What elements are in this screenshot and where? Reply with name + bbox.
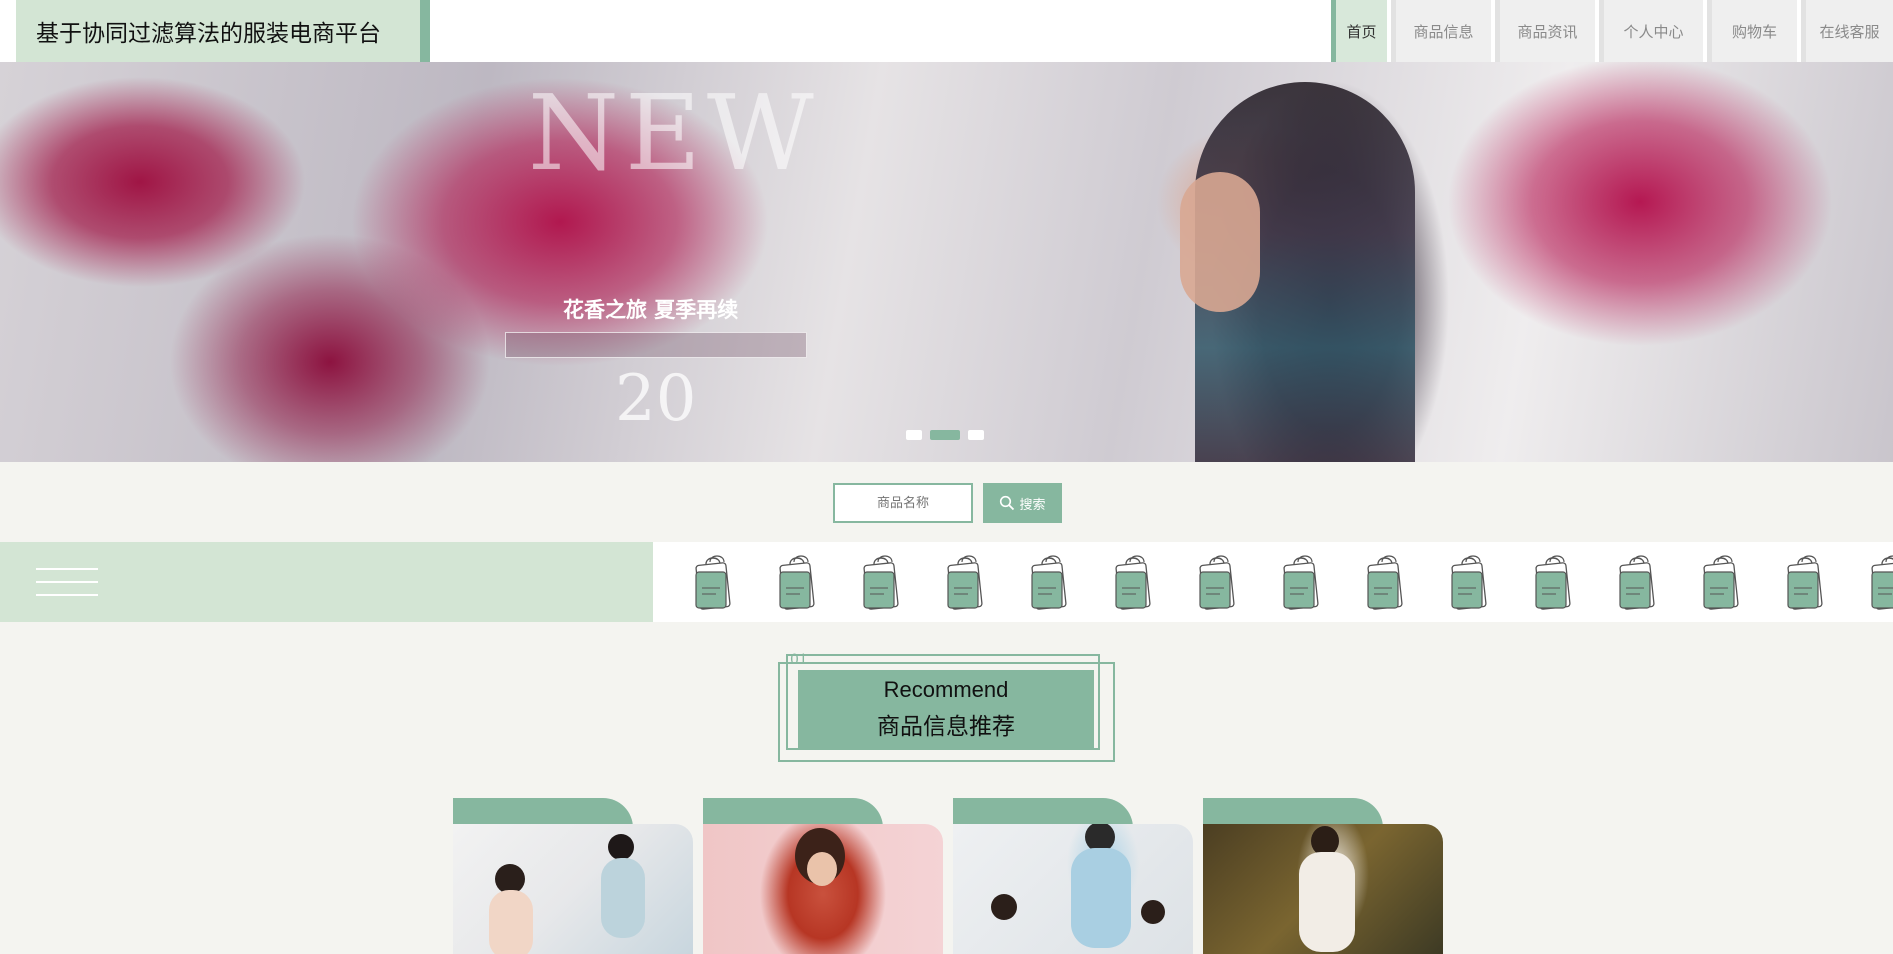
search-input[interactable] bbox=[833, 483, 973, 523]
shopping-bag-icon bbox=[1446, 550, 1492, 614]
main-nav: 首页 商品信息 商品资讯 个人中心 购物车 在线客服 bbox=[1327, 0, 1893, 62]
nav-item-cart[interactable]: 购物车 bbox=[1707, 0, 1797, 62]
nav-item-customer-service[interactable]: 在线客服 bbox=[1801, 0, 1893, 62]
shopping-bag-icon bbox=[1866, 550, 1893, 614]
carousel-dot-3[interactable] bbox=[968, 430, 984, 440]
shopping-bag-icon bbox=[1194, 550, 1240, 614]
shopping-bag-icon bbox=[1278, 550, 1324, 614]
shopping-bag-icon bbox=[1026, 550, 1072, 614]
banner-headline: NEW bbox=[528, 72, 820, 194]
shopping-bag-icon bbox=[1782, 550, 1828, 614]
product-card[interactable] bbox=[703, 798, 943, 954]
nav-item-news[interactable]: 商品资讯 bbox=[1495, 0, 1595, 62]
carousel-dot-2[interactable] bbox=[930, 430, 960, 440]
menu-icon[interactable] bbox=[36, 568, 98, 596]
product-card[interactable] bbox=[1203, 798, 1443, 954]
section-title-cn: 商品信息推荐 bbox=[877, 714, 1015, 740]
product-image[interactable] bbox=[953, 824, 1193, 954]
shopping-bag-icon bbox=[1698, 550, 1744, 614]
shopping-bag-icon bbox=[774, 550, 820, 614]
product-card[interactable] bbox=[953, 798, 1193, 954]
banner-carousel[interactable]: NEW 花香之旅 夏季再续 20 bbox=[0, 62, 1893, 462]
header: 基于协同过滤算法的服装电商平台 首页 商品信息 商品资讯 个人中心 购物车 在线… bbox=[0, 0, 1893, 62]
nav-item-profile[interactable]: 个人中心 bbox=[1599, 0, 1703, 62]
section-title-box: Recommend 商品信息推荐 bbox=[798, 670, 1094, 748]
section-title-en: Recommend bbox=[883, 677, 1009, 702]
banner-subcaption-box bbox=[505, 332, 807, 358]
product-card[interactable] bbox=[453, 798, 693, 954]
search-button[interactable]: 搜索 bbox=[983, 483, 1062, 523]
shopping-bag-icon bbox=[1362, 550, 1408, 614]
shopping-bag-icon bbox=[1614, 550, 1660, 614]
nav-item-home[interactable]: 首页 bbox=[1331, 0, 1387, 62]
shopping-bag-icon bbox=[1110, 550, 1156, 614]
product-list bbox=[453, 798, 1443, 954]
carousel-dots bbox=[906, 430, 984, 440]
product-image[interactable] bbox=[703, 824, 943, 954]
search-icon bbox=[1000, 495, 1015, 511]
category-strip bbox=[0, 542, 1893, 622]
site-title: 基于协同过滤算法的服装电商平台 bbox=[16, 0, 430, 62]
product-image[interactable] bbox=[1203, 824, 1443, 954]
category-strip-left bbox=[0, 542, 653, 622]
banner-number: 20 bbox=[615, 362, 697, 436]
shopping-bag-row bbox=[690, 550, 1893, 614]
nav-item-products[interactable]: 商品信息 bbox=[1391, 0, 1491, 62]
banner-caption: 花香之旅 夏季再续 bbox=[563, 298, 739, 322]
carousel-dot-1[interactable] bbox=[906, 430, 922, 440]
shopping-bag-icon bbox=[858, 550, 904, 614]
section-number: 01 bbox=[790, 652, 808, 668]
product-image[interactable] bbox=[453, 824, 693, 954]
recommend-section-header: 01 Recommend 商品信息推荐 bbox=[778, 650, 1116, 766]
shopping-bag-icon bbox=[942, 550, 988, 614]
shopping-bag-icon bbox=[690, 550, 736, 614]
banner-figure-shoulder bbox=[1180, 172, 1260, 312]
shopping-bag-icon bbox=[1530, 550, 1576, 614]
search-button-label: 搜索 bbox=[1019, 497, 1046, 513]
